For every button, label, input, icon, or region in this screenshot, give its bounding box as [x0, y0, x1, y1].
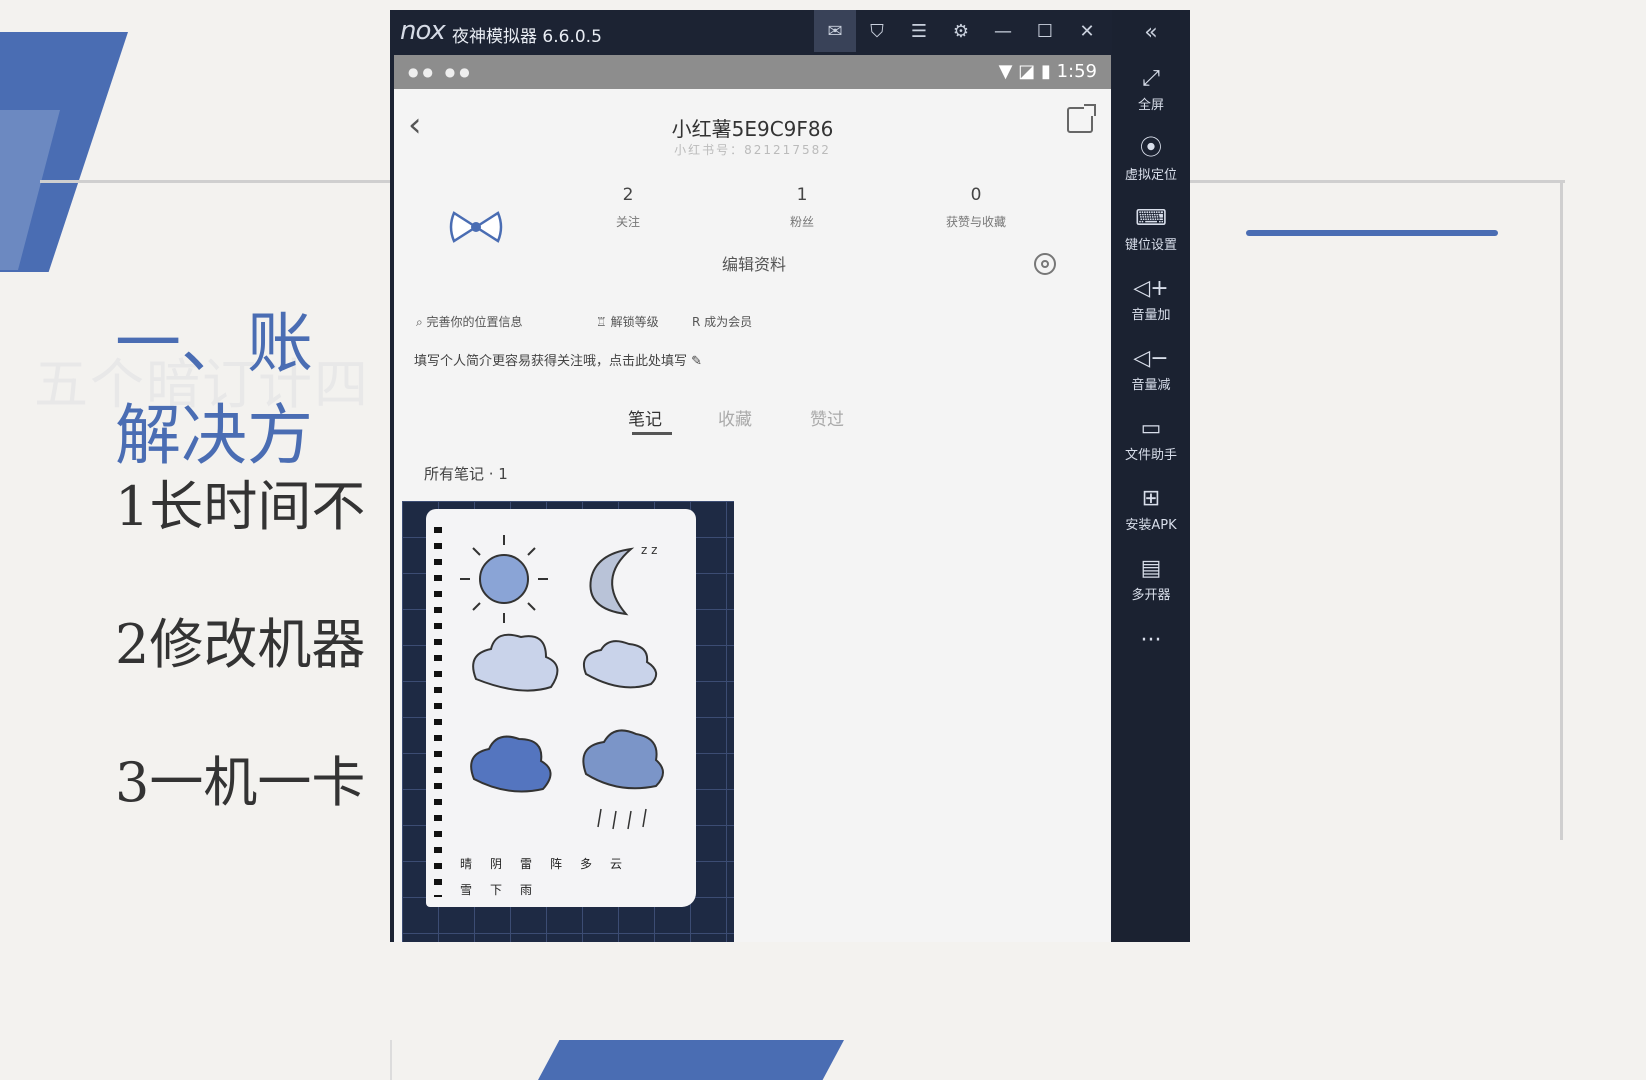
bio-prompt[interactable]: 填写个人简介更容易获得关注哦，点击此处填写 ✎ — [414, 350, 702, 369]
sidebar-item-keymap[interactable]: ⌨ 键位设置 — [1112, 206, 1190, 253]
notification-icons: ●● ●● — [408, 65, 474, 79]
sidebar-item-location[interactable]: ⦿ 虚拟定位 — [1112, 136, 1190, 183]
slide-item-2: 2修改机器 — [115, 613, 366, 676]
location-icon: ⦿ — [1139, 136, 1162, 161]
svg-text:z z: z z — [641, 543, 657, 557]
sidebar-item-install-apk[interactable]: ⊞ 安装APK — [1112, 486, 1190, 533]
maximize-icon[interactable]: ☐ — [1024, 10, 1066, 52]
volume-down-icon: ◁− — [1133, 346, 1169, 371]
status-time: 1:59 — [1056, 61, 1097, 82]
emulator-title: 夜神模拟器 6.6.0.5 — [452, 27, 602, 47]
sidebar-label: 安装APK — [1125, 518, 1177, 533]
emulator-sidebar: « ⤢ 全屏 ⦿ 虚拟定位 ⌨ 键位设置 ◁+ 音量加 ◁− 音量减 ▭ 文件助… — [1112, 10, 1190, 942]
location-pin-icon: ⌕ — [416, 315, 427, 329]
slide-item-1: 1长时间不 — [115, 475, 366, 538]
nox-logo: nox — [400, 16, 446, 46]
battery-icon: ▮ — [1040, 61, 1051, 82]
tab-indicator — [632, 432, 672, 435]
sidebar-item-fullscreen[interactable]: ⤢ 全屏 — [1112, 66, 1190, 113]
sidebar-label: 多开器 — [1131, 588, 1171, 603]
profile-userid: 小红书号：821217582 — [674, 143, 831, 157]
sun-doodle — [460, 535, 548, 623]
menu-icon[interactable]: ☰ — [898, 10, 940, 52]
tab-notes[interactable]: 笔记 — [628, 405, 662, 430]
slide-frame-line — [1560, 180, 1563, 840]
note-image: z z 晴阴雷阵多云 雪下雨 — [426, 509, 696, 907]
bio-text: 填写个人简介更容易获得关注哦，点击此处填写 — [414, 354, 688, 369]
status-right: ▼ ◪ ▮ 1:59 — [999, 61, 1097, 82]
collapse-sidebar-icon[interactable]: « — [1112, 20, 1190, 45]
slide-heading-1: 一、账 — [115, 305, 313, 382]
edit-pencil-icon: ✎ — [691, 354, 703, 369]
close-icon[interactable]: ✕ — [1066, 10, 1108, 52]
weather-doodles: z z — [460, 535, 664, 830]
volume-up-icon: ◁+ — [1133, 276, 1169, 301]
sidebar-item-file-assistant[interactable]: ▭ 文件助手 — [1112, 416, 1190, 463]
sidebar-label: 音量加 — [1131, 308, 1171, 323]
minimize-icon[interactable]: — — [982, 10, 1024, 52]
emulator-window: nox 夜神模拟器 6.6.0.5 ✉ ⛉ ☰ ⚙ — ☐ ✕ ●● ●● ▼ … — [390, 10, 1190, 942]
file-assistant-icon: ▭ — [1140, 416, 1162, 441]
tab-collections[interactable]: 收藏 — [718, 405, 752, 430]
sidebar-label: 文件助手 — [1124, 448, 1177, 463]
chip-unlock-label: 解锁等级 — [610, 315, 659, 329]
shirt-icon[interactable]: ⛉ — [856, 10, 898, 52]
chip-location-label: 完善你的位置信息 — [426, 315, 523, 329]
profile-username: 小红薯5E9C9F86 — [671, 117, 834, 141]
gear-icon[interactable] — [1034, 253, 1056, 275]
sidebar-item-multi-instance[interactable]: ▤ 多开器 — [1112, 556, 1190, 603]
stat-followers-count: 1 — [796, 185, 808, 205]
sidebar-item-volume-down[interactable]: ◁− 音量减 — [1112, 346, 1190, 393]
moon-doodle — [589, 547, 635, 616]
slide-accent-line — [1246, 230, 1498, 236]
mail-icon[interactable]: ✉ — [814, 10, 856, 52]
sidebar-item-more[interactable]: ··· — [1112, 628, 1190, 654]
stat-likes-label: 获赞与收藏 — [945, 215, 1006, 229]
sidebar-label: 全屏 — [1137, 98, 1164, 113]
notes-count: 所有笔记 · 1 — [424, 465, 508, 483]
sidebar-item-volume-up[interactable]: ◁+ 音量加 — [1112, 276, 1190, 323]
note-card[interactable]: z z 晴阴雷阵多云 雪下雨 — [402, 501, 734, 942]
settings-icon[interactable]: ⚙ — [940, 10, 982, 52]
slide-bottom-band — [538, 1040, 844, 1080]
stat-followers-label: 粉丝 — [789, 215, 814, 229]
stat-following-count: 2 — [622, 185, 634, 205]
fullscreen-icon: ⤢ — [1142, 66, 1160, 91]
sidebar-label: 键位设置 — [1124, 238, 1177, 253]
signal-icon: ◪ — [1018, 61, 1036, 82]
sidebar-label: 虚拟定位 — [1124, 168, 1177, 183]
level-icon: ♖ — [596, 315, 611, 329]
chip-membership-label: 成为会员 — [704, 315, 753, 329]
stat-following-label: 关注 — [615, 215, 640, 229]
phone-screen: ●● ●● ▼ ◪ ▮ 1:59 ‹ 小红薯5E9C9F86 小红书号：8212… — [394, 55, 1111, 942]
multi-instance-icon: ▤ — [1140, 556, 1162, 581]
note-caption-row1: 晴阴雷阵多云 — [460, 857, 641, 871]
emulator-titlebar[interactable]: nox 夜神模拟器 6.6.0.5 ✉ ⛉ ☰ ⚙ — ☐ ✕ — [390, 10, 1190, 52]
keyboard-icon: ⌨ — [1135, 206, 1167, 231]
stat-likes[interactable]: 0 获赞与收藏 — [916, 185, 1036, 230]
edit-profile-button[interactable]: 编辑资料 — [694, 251, 814, 275]
chip-location[interactable]: ⌕ 完善你的位置信息 — [416, 313, 523, 330]
tab-liked[interactable]: 赞过 — [810, 405, 844, 430]
install-apk-icon: ⊞ — [1141, 486, 1161, 511]
avatar[interactable] — [446, 207, 506, 247]
stat-following[interactable]: 2 关注 — [568, 185, 688, 230]
more-icon: ··· — [1140, 628, 1162, 653]
chip-unlock-level[interactable]: ♖ 解锁等级 — [596, 313, 659, 330]
member-icon: R — [692, 315, 705, 329]
stat-likes-count: 0 — [970, 185, 982, 205]
chip-membership[interactable]: R 成为会员 — [692, 313, 752, 330]
wifi-icon: ▼ — [998, 61, 1013, 82]
slide-frame-line-bottom — [390, 1040, 392, 1080]
note-caption-row2: 雪下雨 — [460, 883, 551, 897]
slide-item-3: 3一机一卡 — [115, 751, 366, 814]
status-bar: ●● ●● ▼ ◪ ▮ 1:59 — [394, 55, 1111, 89]
sidebar-label: 音量减 — [1131, 378, 1171, 393]
stat-followers[interactable]: 1 粉丝 — [742, 185, 862, 230]
